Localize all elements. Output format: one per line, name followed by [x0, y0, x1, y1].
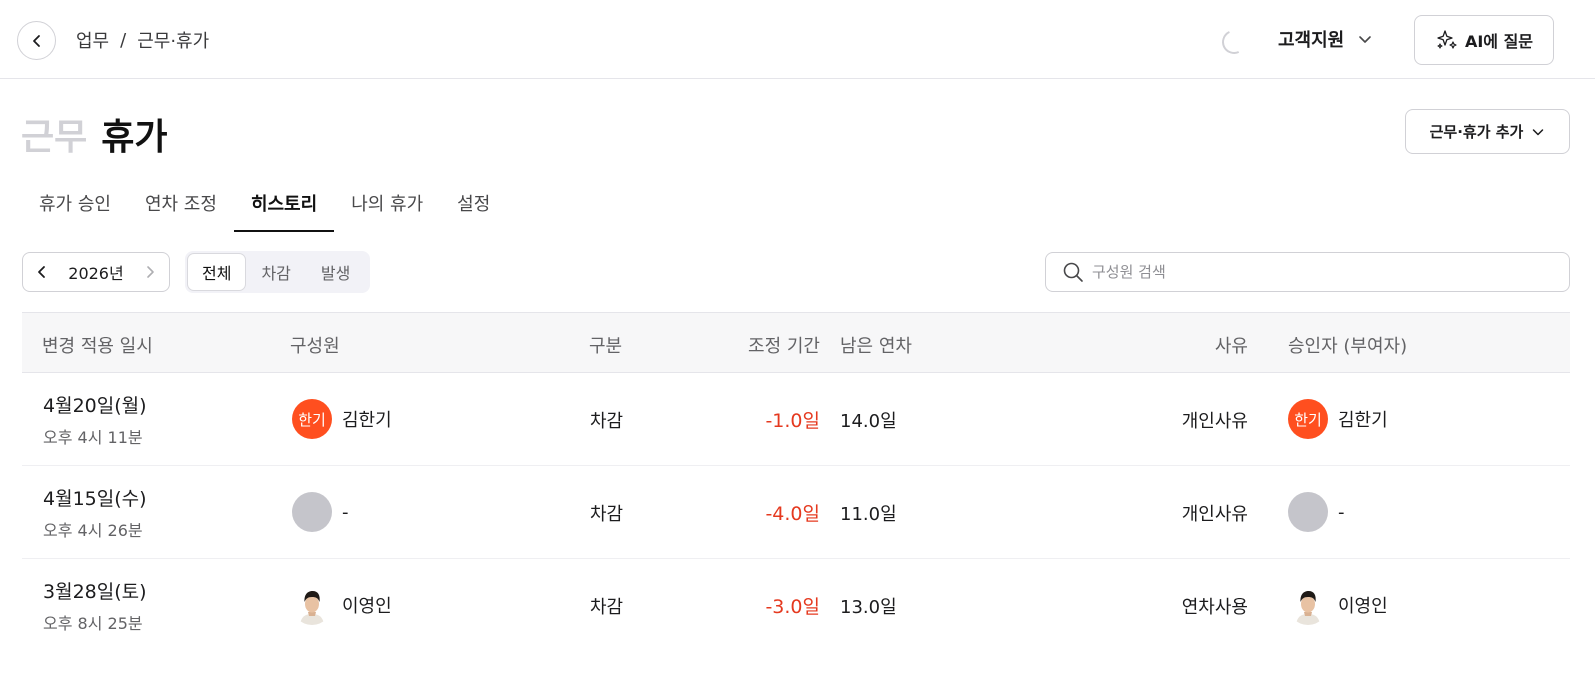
- type-filter: 전체 차감 발생: [185, 251, 370, 293]
- tab-settings[interactable]: 설정: [440, 178, 507, 232]
- tab-annual-adjust[interactable]: 연차 조정: [128, 178, 234, 232]
- top-bar: 업무 / 근무·휴가 고객지원 AI에 질문: [0, 0, 1595, 79]
- ask-ai-label: AI에 질문: [1464, 32, 1534, 51]
- col-reason[interactable]: 사유: [1215, 332, 1248, 358]
- row-approver: 이영인: [1288, 585, 1388, 625]
- member-name: 이영인: [342, 596, 392, 617]
- row-approver: 한기 김한기: [1288, 399, 1388, 439]
- row-adjust: -1.0일: [765, 410, 820, 432]
- row-adjust: -4.0일: [765, 503, 820, 525]
- row-reason: 개인사유: [1181, 411, 1248, 432]
- chevron-left-icon: [32, 34, 40, 47]
- avatar: 한기: [1288, 399, 1328, 439]
- back-button[interactable]: [17, 21, 56, 60]
- add-attendance-button[interactable]: 근무·휴가 추가: [1405, 109, 1570, 154]
- next-year-button[interactable]: [143, 265, 157, 279]
- row-reason: 연차사용: [1181, 597, 1248, 618]
- row-date: 4월20일(월): [43, 395, 147, 417]
- search-input[interactable]: [1092, 263, 1552, 281]
- row-time: 오후 4시 26분: [43, 521, 143, 540]
- col-member[interactable]: 구성원: [290, 332, 340, 358]
- row-type: 차감: [590, 597, 624, 618]
- table-row[interactable]: 3월28일(토) 오후 8시 25분 이영인 차감 -3.0일 13.0일 연차…: [22, 559, 1570, 652]
- row-time: 오후 8시 25분: [43, 614, 143, 633]
- search-icon: [1063, 262, 1083, 282]
- table-header: 변경 적용 일시 구성원 구분 조정 기간 남은 연차 사유 승인자 (부여자): [22, 312, 1570, 373]
- sparkle-icon: [1437, 30, 1457, 49]
- approver-name: 이영인: [1338, 596, 1388, 617]
- profile-photo-icon: [1296, 591, 1320, 625]
- chevron-down-icon: [1359, 36, 1372, 43]
- profile-photo-icon: [300, 591, 324, 625]
- row-time: 오후 4시 11분: [43, 428, 143, 447]
- approver-name: 김한기: [1338, 410, 1388, 431]
- row-remaining: 13.0일: [840, 597, 897, 618]
- ask-ai-button[interactable]: AI에 질문: [1414, 15, 1554, 65]
- filter-all[interactable]: 전체: [188, 254, 246, 290]
- page-title: 근무 휴가: [21, 108, 168, 160]
- avatar: [1288, 585, 1328, 625]
- filter-deduct[interactable]: 차감: [247, 254, 304, 290]
- col-remaining[interactable]: 남은 연차: [840, 332, 912, 358]
- row-reason: 개인사유: [1181, 504, 1248, 525]
- title-tab-leave[interactable]: 휴가: [101, 108, 167, 160]
- col-date[interactable]: 변경 적용 일시: [42, 332, 153, 358]
- history-table: 변경 적용 일시 구성원 구분 조정 기간 남은 연차 사유 승인자 (부여자)…: [22, 312, 1570, 652]
- row-member: 한기 김한기: [292, 399, 392, 439]
- row-datetime: 4월15일(수) 오후 4시 26분: [43, 484, 147, 541]
- row-member: 이영인: [292, 585, 392, 625]
- row-remaining: 14.0일: [840, 411, 897, 432]
- chevron-left-icon: [38, 266, 45, 278]
- breadcrumb-separator: /: [120, 29, 127, 51]
- row-datetime: 4월20일(월) 오후 4시 11분: [43, 391, 147, 448]
- avatar: [1288, 492, 1328, 532]
- tab-bar: 휴가 승인 연차 조정 히스토리 나의 휴가 설정: [22, 178, 507, 232]
- row-member: -: [292, 492, 349, 532]
- avatar: [292, 585, 332, 625]
- member-search: [1045, 252, 1570, 292]
- col-approver[interactable]: 승인자 (부여자): [1288, 332, 1407, 358]
- breadcrumb-item-attendance[interactable]: 근무·휴가: [137, 27, 209, 53]
- add-attendance-label: 근무·휴가 추가: [1429, 123, 1524, 141]
- avatar: [292, 492, 332, 532]
- chevron-down-icon: [1533, 128, 1544, 135]
- tab-my-leave[interactable]: 나의 휴가: [334, 178, 440, 232]
- year-selector: 2026년: [22, 252, 170, 292]
- loading-spinner-icon: [1218, 26, 1250, 58]
- col-adjust[interactable]: 조정 기간: [748, 332, 820, 358]
- row-type: 차감: [590, 411, 624, 432]
- filter-accrue[interactable]: 발생: [307, 254, 364, 290]
- table-row[interactable]: 4월15일(수) 오후 4시 26분 - 차감 -4.0일 11.0일 개인사유…: [22, 466, 1570, 559]
- workspace-name: 고객지원: [1278, 30, 1345, 51]
- member-name: -: [342, 501, 349, 523]
- prev-year-button[interactable]: [35, 265, 49, 279]
- chevron-right-icon: [147, 266, 154, 278]
- year-label: 2026년: [68, 264, 124, 283]
- row-date: 4월15일(수): [43, 488, 147, 510]
- title-tab-work[interactable]: 근무: [21, 108, 87, 160]
- row-approver: -: [1288, 492, 1345, 532]
- col-type[interactable]: 구분: [589, 332, 622, 358]
- tab-history[interactable]: 히스토리: [233, 178, 335, 232]
- row-date: 3월28일(토): [43, 581, 147, 603]
- breadcrumb: 업무 / 근무·휴가: [76, 27, 209, 53]
- avatar: 한기: [292, 399, 332, 439]
- table-row[interactable]: 4월20일(월) 오후 4시 11분 한기 김한기 차감 -1.0일 14.0일…: [22, 373, 1570, 466]
- row-datetime: 3월28일(토) 오후 8시 25분: [43, 577, 147, 634]
- approver-name: -: [1338, 501, 1345, 523]
- member-name: 김한기: [342, 410, 392, 431]
- workspace-selector[interactable]: 고객지원: [1278, 26, 1373, 52]
- breadcrumb-item-work[interactable]: 업무: [76, 27, 109, 53]
- tab-leave-approval[interactable]: 휴가 승인: [22, 178, 128, 232]
- row-type: 차감: [590, 504, 624, 525]
- row-remaining: 11.0일: [840, 504, 897, 525]
- row-adjust: -3.0일: [765, 596, 820, 618]
